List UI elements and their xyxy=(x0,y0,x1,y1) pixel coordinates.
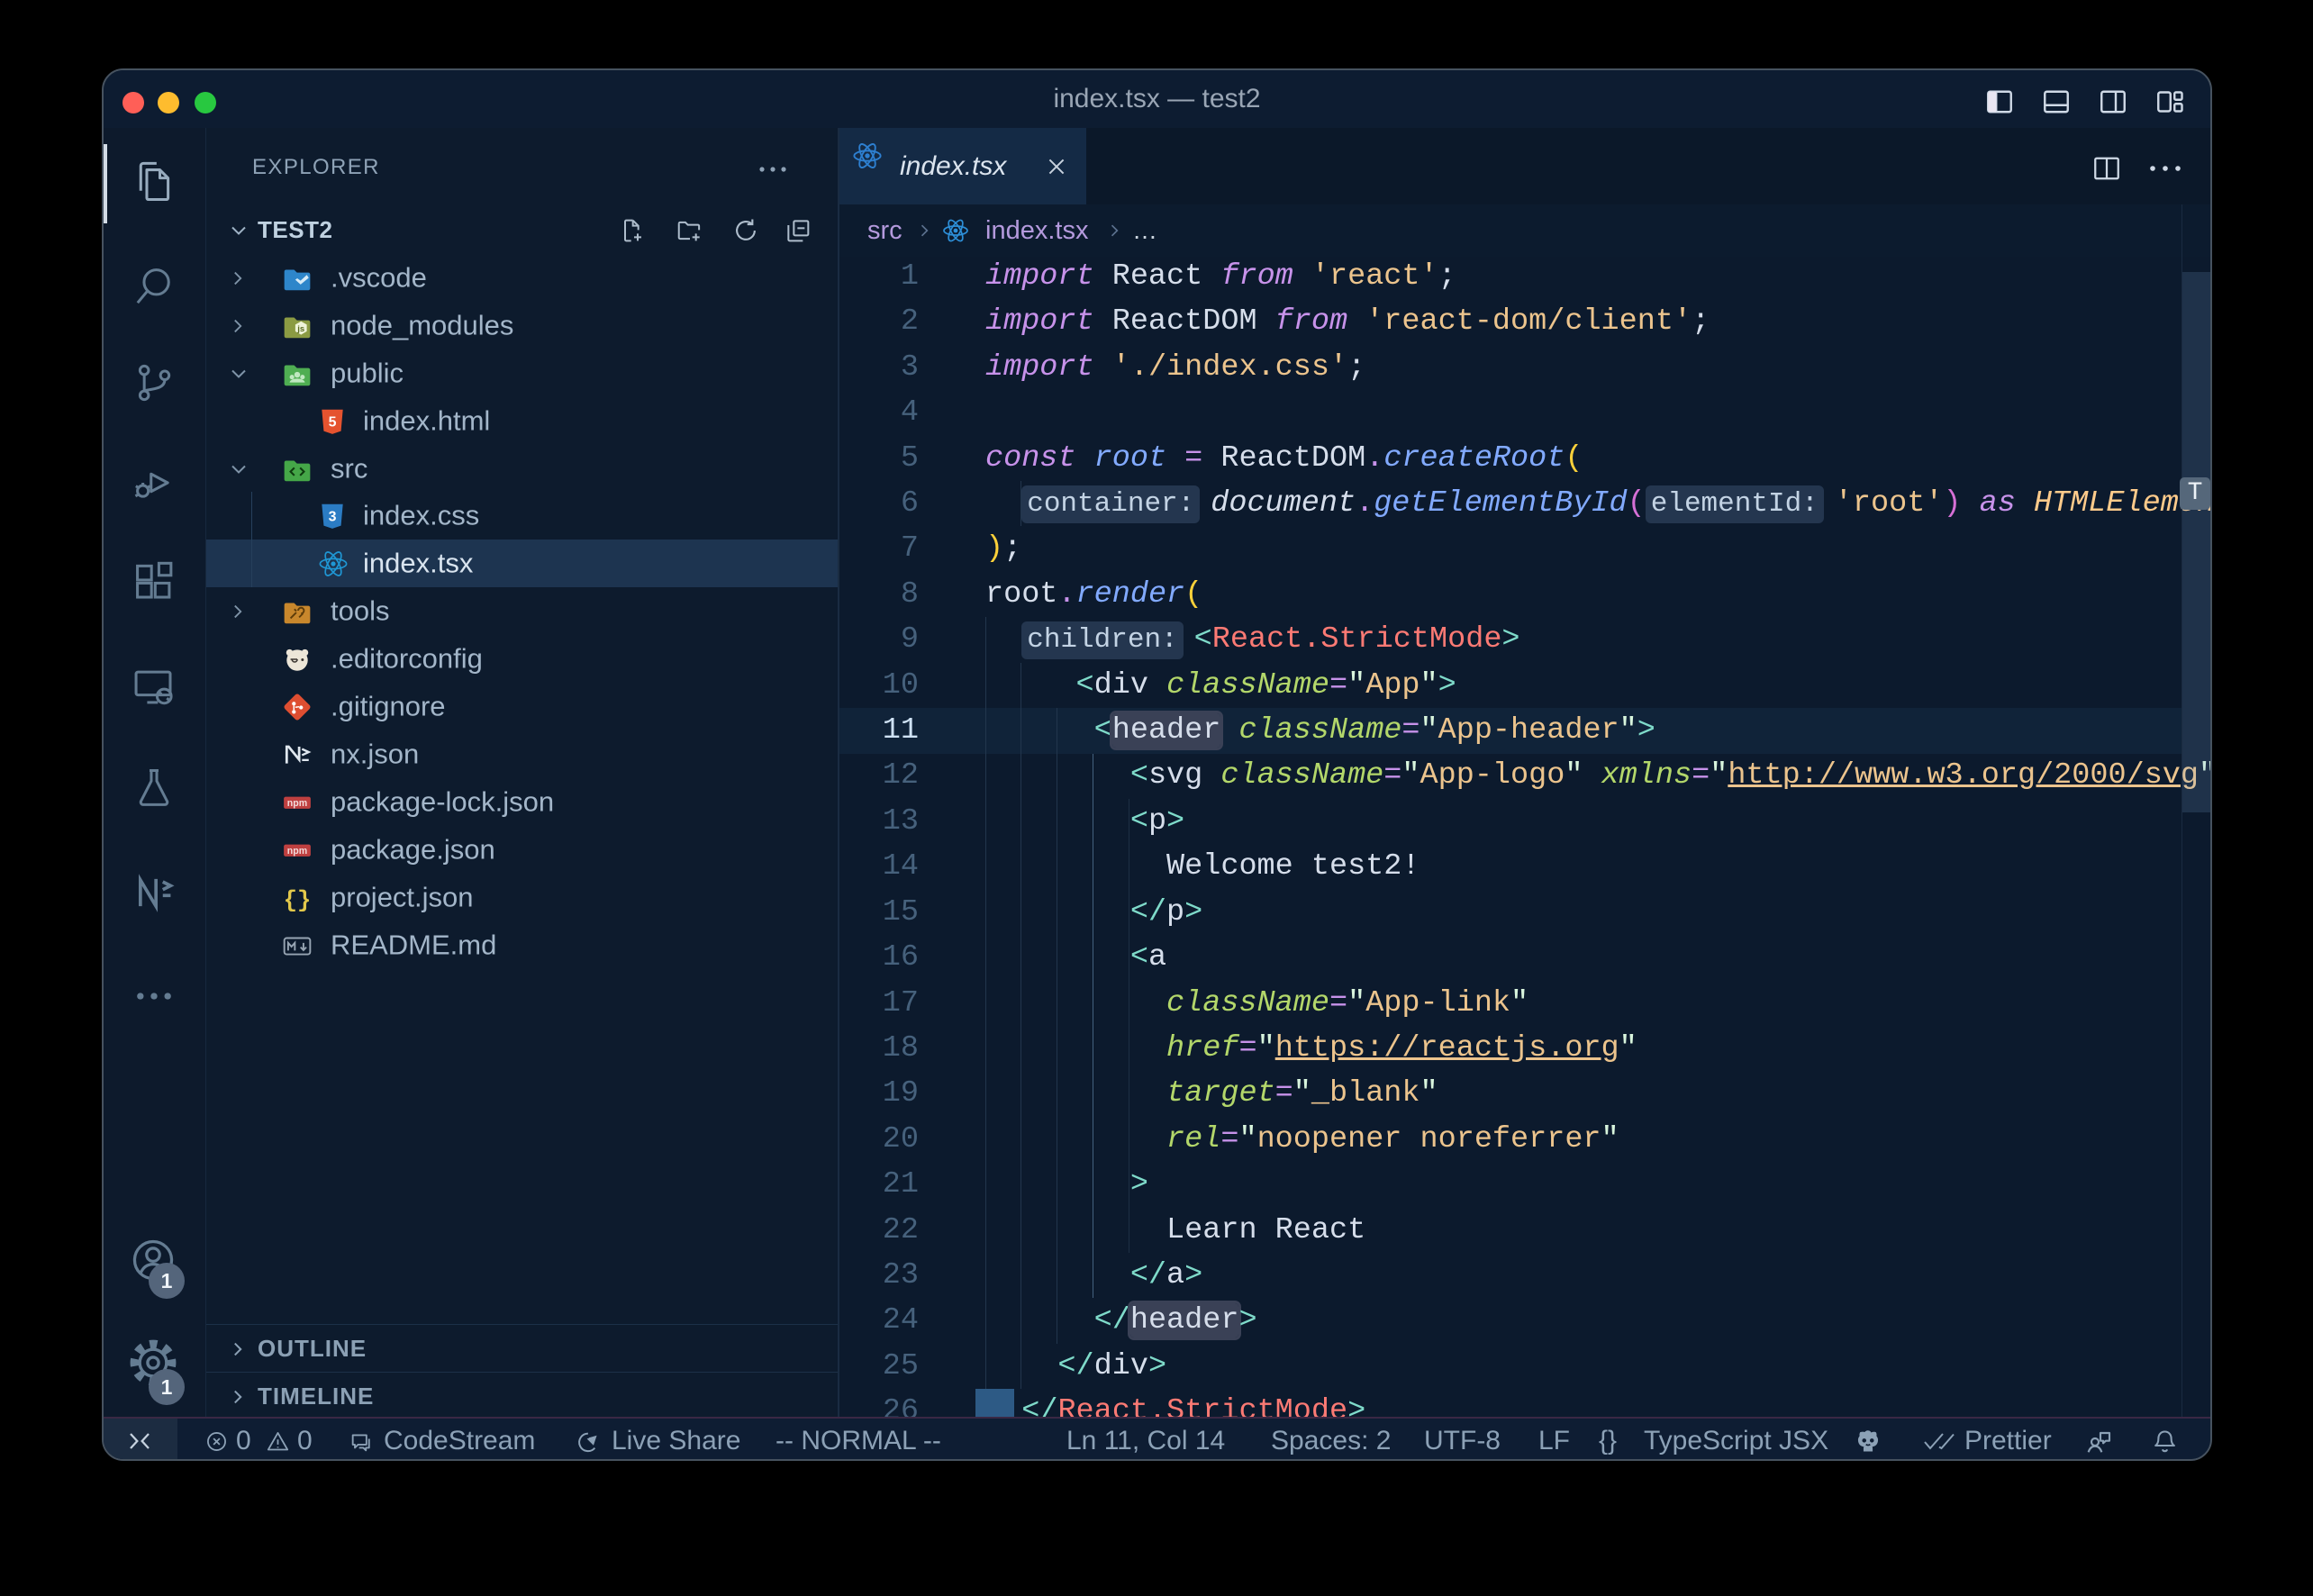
svg-text:js: js xyxy=(296,323,304,333)
svg-text:3: 3 xyxy=(329,509,337,524)
svg-text:{}: {} xyxy=(284,887,312,912)
svg-text:npm: npm xyxy=(287,798,307,809)
svg-text:npm: npm xyxy=(287,846,307,857)
svg-text:5: 5 xyxy=(329,414,337,430)
